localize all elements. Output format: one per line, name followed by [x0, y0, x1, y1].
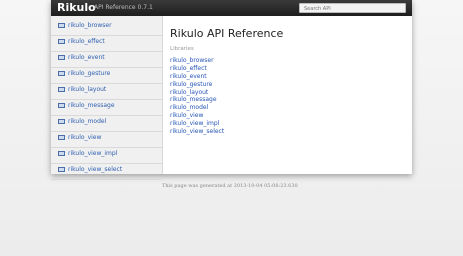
sidebar-item-label: rikulo_view [68, 134, 102, 141]
sidebar-item-label: rikulo_browser [68, 22, 112, 29]
list-item: rikulo_view_select [170, 125, 224, 135]
api-version-title: API Reference 0.7.1 [94, 4, 153, 11]
library-icon [58, 135, 65, 140]
sidebar-item-label: rikulo_view_impl [68, 150, 118, 157]
search-input[interactable] [299, 3, 406, 13]
list-item: rikulo_view_impl [170, 117, 224, 127]
library-icon [58, 71, 65, 76]
sidebar-item-label: rikulo_gesture [68, 70, 111, 77]
library-icon [58, 39, 65, 44]
library-link-rikulo-view-select[interactable]: rikulo_view_select [170, 128, 224, 135]
sidebar-item-label: rikulo_layout [68, 86, 107, 93]
page-title: Rikulo API Reference [170, 27, 284, 40]
rikulo-logo[interactable]: Rikulo [57, 1, 96, 15]
libraries-heading: Libraries [170, 46, 194, 52]
sidebar-item-label: rikulo_message [68, 102, 115, 109]
list-item: rikulo_browser [170, 54, 224, 64]
sidebar-item-label: rikulo_event [68, 54, 105, 61]
library-icon [58, 87, 65, 92]
list-item: rikulo_effect [170, 62, 224, 72]
library-icon [58, 55, 65, 60]
library-icon [58, 167, 65, 172]
library-icon [58, 23, 65, 28]
generated-footer: This page was generated at 2013-10-04 05… [162, 183, 298, 189]
list-item: rikulo_view [170, 109, 224, 119]
library-icon [58, 103, 65, 108]
library-icon [58, 151, 65, 156]
sidebar-item-label: rikulo_model [68, 118, 107, 125]
list-item: rikulo_event [170, 70, 224, 80]
sidebar-item-label: rikulo_view_select [68, 166, 123, 173]
library-icon [58, 119, 65, 124]
sidebar-item-rikulo-view-select[interactable]: rikulo_view_select [51, 160, 162, 180]
list-item: rikulo_gesture [170, 78, 224, 88]
sidebar-item-label: rikulo_effect [68, 38, 105, 45]
page-container: Rikulo API Reference 0.7.1 rikulo_browse… [51, 0, 412, 180]
library-sidebar: rikulo_browser rikulo_effect rikulo_even… [51, 16, 163, 180]
top-navbar: Rikulo API Reference 0.7.1 [51, 0, 412, 16]
list-item: rikulo_layout [170, 86, 224, 96]
library-list: rikulo_browser rikulo_effect rikulo_even… [170, 54, 224, 135]
list-item: rikulo_message [170, 93, 224, 103]
